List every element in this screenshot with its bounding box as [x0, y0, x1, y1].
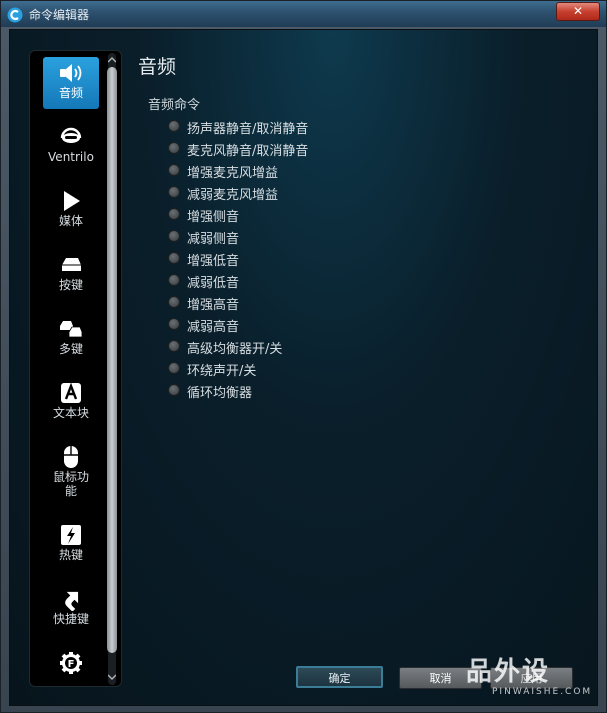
sidebar-item-label: 按键 [58, 278, 83, 292]
radio-button[interactable] [168, 340, 180, 352]
sidebar-item-label: 鼠标功能 [52, 470, 89, 498]
watermark-url: PINWAISHE.COM [492, 687, 593, 697]
sidebar-item-label: 热键 [58, 548, 83, 562]
ok-button[interactable]: 确定 [296, 666, 383, 688]
option-label: 减弱麦克风增益 [187, 188, 279, 203]
option-label: 增强低音 [187, 254, 240, 269]
sidebar-item-ventrilo[interactable]: Ventrilo [43, 121, 99, 173]
scrollbar-thumb[interactable] [107, 67, 117, 653]
key-icon [62, 258, 81, 271]
content-area: 音频 Ventrilo 媒体 按键 多键 文本块 鼠标功能 热键 快捷键 F 音… [9, 29, 598, 706]
option-label: 环绕声开/关 [187, 364, 257, 379]
radio-button[interactable] [168, 164, 180, 176]
window-title: 命令编辑器 [29, 8, 90, 22]
sidebar-scrollbar[interactable] [105, 53, 119, 685]
option-label: 高级均衡器开/关 [187, 342, 283, 357]
radio-button[interactable] [168, 230, 180, 242]
sidebar-item-label: 媒体 [58, 214, 83, 228]
sidebar-item-label: Ventrilo [48, 150, 94, 164]
section-title: 音频命令 [148, 98, 201, 113]
sidebar-item-label: 文本块 [52, 406, 89, 420]
speaker-icon [60, 64, 82, 82]
radio-button[interactable] [168, 384, 180, 396]
page-title: 音频 [138, 56, 177, 78]
sidebar-item-label: 音频 [58, 86, 83, 100]
site-watermark: 品外设 PINWAISHE.COM [466, 651, 596, 701]
sidebar-item-media[interactable]: 媒体 [43, 185, 99, 237]
option-label: 减弱侧音 [187, 232, 240, 247]
sidebar-item-multikey[interactable]: 多键 [43, 313, 99, 365]
headset-icon [60, 127, 82, 143]
option-label: 增强麦克风增益 [187, 166, 279, 181]
radio-button[interactable] [168, 362, 180, 374]
sidebar-item-function[interactable]: F [43, 647, 99, 686]
command-editor-window: 命令编辑器 ✕ 音频 Ventrilo 媒体 按键 多键 文本块 鼠标功能 热键… [0, 0, 607, 713]
shortcut-arrow-icon [65, 591, 79, 611]
title-bar[interactable]: 命令编辑器 ✕ [1, 1, 606, 27]
sidebar-item-label: 多键 [58, 342, 83, 356]
sidebar-item-label: 快捷键 [52, 612, 89, 626]
radio-button[interactable] [168, 274, 180, 286]
radio-button[interactable] [168, 120, 180, 132]
option-label: 减弱低音 [187, 276, 240, 291]
option-label: 循环均衡器 [187, 386, 253, 401]
mouse-icon [64, 446, 78, 468]
hotkey-icon [61, 525, 81, 545]
radio-button[interactable] [168, 142, 180, 154]
option-label: 减弱高音 [187, 320, 240, 335]
option-label: 麦克风静音/取消静音 [187, 144, 309, 159]
multikey-icon [60, 321, 83, 338]
scroll-up-arrow-icon[interactable] [108, 56, 116, 64]
svg-text:F: F [68, 659, 75, 670]
sidebar-item-mouse-function[interactable]: 鼠标功能 [43, 441, 99, 507]
sidebar-item-keystroke[interactable]: 按键 [43, 249, 99, 301]
logitech-app-icon [7, 7, 23, 23]
watermark-logo-text: 品外设 [466, 657, 551, 687]
scroll-down-arrow-icon[interactable] [108, 673, 116, 681]
sidebar-item-hotkey[interactable]: 热键 [43, 519, 99, 571]
play-icon [64, 191, 80, 211]
sidebar-item-text-block[interactable]: 文本块 [43, 377, 99, 429]
radio-button[interactable] [168, 252, 180, 264]
radio-button[interactable] [168, 208, 180, 220]
option-label: 增强侧音 [187, 210, 240, 225]
radio-button[interactable] [168, 186, 180, 198]
radio-button[interactable] [168, 318, 180, 330]
radio-button[interactable] [168, 296, 180, 308]
sidebar-item-shortcut[interactable]: 快捷键 [43, 583, 99, 635]
function-gear-icon: F [60, 652, 82, 674]
sidebar-item-audio[interactable]: 音频 [43, 57, 99, 109]
option-label: 增强高音 [187, 298, 240, 313]
command-category-sidebar: 音频 Ventrilo 媒体 按键 多键 文本块 鼠标功能 热键 快捷键 F [29, 50, 122, 687]
option-label: 扬声器静音/取消静音 [187, 122, 309, 137]
close-button[interactable]: ✕ [556, 2, 600, 21]
text-block-icon [61, 382, 81, 403]
